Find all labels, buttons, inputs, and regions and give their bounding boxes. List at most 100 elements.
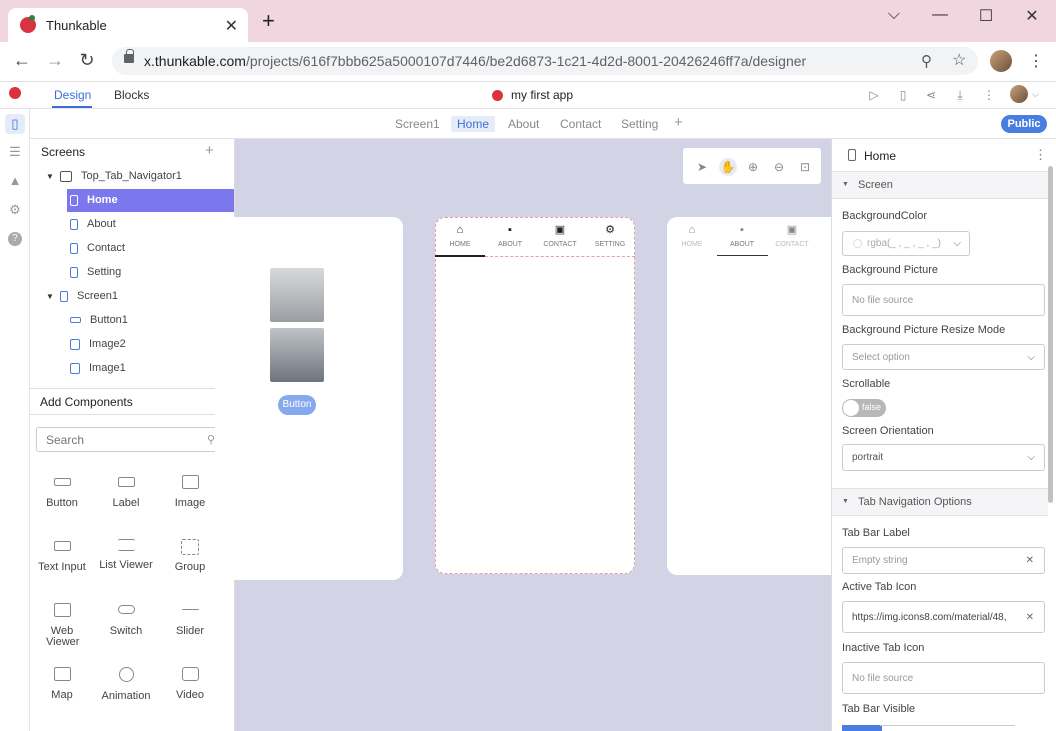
component-search-input[interactable] [36,427,227,452]
tree-item-screen1[interactable]: ▼ Screen1 [46,286,118,306]
screen-tab-about[interactable]: About [502,116,545,132]
tree-item-contact[interactable]: Contact [70,238,125,258]
add-screen-plus-icon[interactable]: + [205,142,214,159]
inactive-icon-field[interactable]: No file source [842,662,1045,694]
help-icon[interactable]: ? [8,232,22,246]
chevron-down-icon[interactable]: ⌵ [879,6,909,24]
nav-tab-about[interactable]: ▪ ABOUT [485,224,535,248]
nav-tab-about-preview[interactable]: ▪ ABOUT [717,224,767,248]
reload-icon[interactable]: ↻ [75,50,99,71]
url-field[interactable]: x.thunkable.com/projects/616f7bbb625a500… [112,47,978,75]
browser-tab[interactable]: Thunkable ✕ [8,8,248,42]
tree-item-top-tab-navigator[interactable]: ▼ Top_Tab_Navigator1 [46,166,182,186]
component-text-input[interactable]: Text Input [32,539,92,573]
tree-item-image1[interactable]: Image1 [70,358,126,378]
orientation-select[interactable]: portrait ⌵ [842,444,1045,471]
component-switch[interactable]: Switch [96,603,156,637]
add-screen-button[interactable]: + [674,114,683,131]
forward-arrow-icon[interactable]: → [43,50,67,71]
home-screen-preview[interactable] [435,217,635,574]
screen-tab-setting[interactable]: Setting [615,116,664,132]
settings-gear-icon[interactable]: ⚙ [8,203,22,217]
clear-icon[interactable]: ✕ [1026,612,1034,623]
nav-tab-home[interactable]: ⌂ HOME [435,224,485,248]
screen-tab-screen1[interactable]: Screen1 [389,116,446,132]
component-image[interactable]: Image [160,475,220,509]
thunkable-logo-icon[interactable] [9,87,21,99]
clear-icon[interactable]: ✕ [1026,555,1034,566]
component-video[interactable]: Video [160,667,220,701]
nav-tab-contact[interactable]: ▣ CONTACT [535,224,585,248]
media-assets-icon[interactable]: ▲ [8,174,22,188]
phone-design-icon[interactable]: ▯ [8,117,22,131]
tab-strip-border [485,256,635,257]
nav-tab-contact-preview[interactable]: ▣ CONTACT [767,224,817,248]
image2-photo[interactable] [270,328,324,382]
resize-mode-select[interactable]: Select option ⌵ [842,344,1045,370]
account-chevron-icon[interactable]: ⌵ [1032,89,1039,100]
tab-bar-visible-toggle[interactable] [842,725,882,731]
select-pointer-icon[interactable]: ➤ [693,158,711,176]
profile-avatar[interactable] [990,50,1012,72]
back-arrow-icon[interactable]: ← [10,50,34,71]
tree-item-setting[interactable]: Setting [70,262,121,282]
component-button[interactable]: Button [32,475,92,509]
nav-tab-label: ABOUT [497,241,523,248]
screen-tab-contact[interactable]: Contact [554,116,607,132]
user-avatar[interactable] [1010,85,1028,103]
tree-item-image2[interactable]: Image2 [70,334,126,354]
active-icon-label: Active Tab Icon [842,581,917,593]
pan-hand-icon[interactable]: ✋ [719,158,737,176]
close-tab-icon[interactable]: ✕ [225,16,238,36]
new-tab-button[interactable]: + [262,10,275,32]
component-list-viewer[interactable]: List Viewer [96,539,156,571]
component-group[interactable]: Group [160,539,220,573]
component-animation[interactable]: Animation [96,667,156,702]
screen-tab-home[interactable]: Home [451,116,496,132]
more-options-icon[interactable]: ⋮ [981,88,997,102]
contact-icon: ▣ [786,224,798,236]
download-icon[interactable]: ⤓ [952,88,968,103]
database-icon[interactable]: ☰ [8,145,22,159]
scrollable-toggle[interactable]: false [842,399,886,417]
tree-item-home[interactable]: Home [70,190,118,210]
public-badge[interactable]: Public [1001,115,1047,133]
button1-preview[interactable]: Button [278,395,316,415]
component-web-viewer[interactable]: Web Viewer [32,603,92,648]
maximize-window-icon[interactable]: ☐ [971,6,1001,26]
bgcolor-picker[interactable]: rgba(_ , _ , _ , _) ⌵ [842,231,970,256]
tree-item-button1[interactable]: Button1 [70,310,128,330]
minimize-window-icon[interactable]: — [925,6,955,24]
component-label[interactable]: Label [96,475,156,509]
play-icon[interactable]: ▷ [866,88,882,102]
tab-bar-visible-label: Tab Bar Visible [842,703,916,715]
nav-tab-setting[interactable]: ⚙ SETTING [585,224,635,248]
tree-item-label: About [87,218,116,230]
component-label: Switch [109,625,143,637]
nav-tab-home-preview[interactable]: ⌂ HOME [667,224,717,248]
app-name[interactable]: my first app [492,88,573,102]
zoom-in-icon[interactable]: ⊕ [744,158,762,176]
about-screen-preview[interactable] [667,217,847,575]
active-icon-field[interactable]: https://img.icons8.com/material/48, ✕ [842,601,1045,633]
fit-to-screen-icon[interactable]: ⊡ [796,158,814,176]
more-options-icon[interactable]: ⋮ [1034,147,1047,163]
live-test-phone-icon[interactable]: ▯ [895,88,911,102]
design-tab[interactable]: Design [54,88,91,102]
zoom-out-icon[interactable]: ⊖ [770,158,788,176]
browser-menu-icon[interactable]: ⋮ [1028,51,1044,71]
component-slider[interactable]: Slider [160,603,220,637]
tab-bar-label-field[interactable]: Empty string ✕ [842,547,1045,574]
zoom-magnifier-icon[interactable]: ⚲ [921,52,932,70]
share-icon[interactable]: ⋖ [923,88,939,102]
image1-photo[interactable] [270,268,324,322]
close-window-icon[interactable]: ✕ [1017,6,1047,26]
section-screen[interactable]: ▼ Screen [832,171,1048,199]
blocks-tab[interactable]: Blocks [114,88,149,102]
tree-item-about[interactable]: About [70,214,116,234]
section-tab-navigation[interactable]: ▼ Tab Navigation Options [832,488,1048,516]
component-map[interactable]: Map [32,667,92,701]
bookmark-star-icon[interactable]: ☆ [952,50,966,70]
bgpic-field[interactable]: No file source [842,284,1045,316]
properties-scrollbar[interactable] [1048,166,1053,503]
